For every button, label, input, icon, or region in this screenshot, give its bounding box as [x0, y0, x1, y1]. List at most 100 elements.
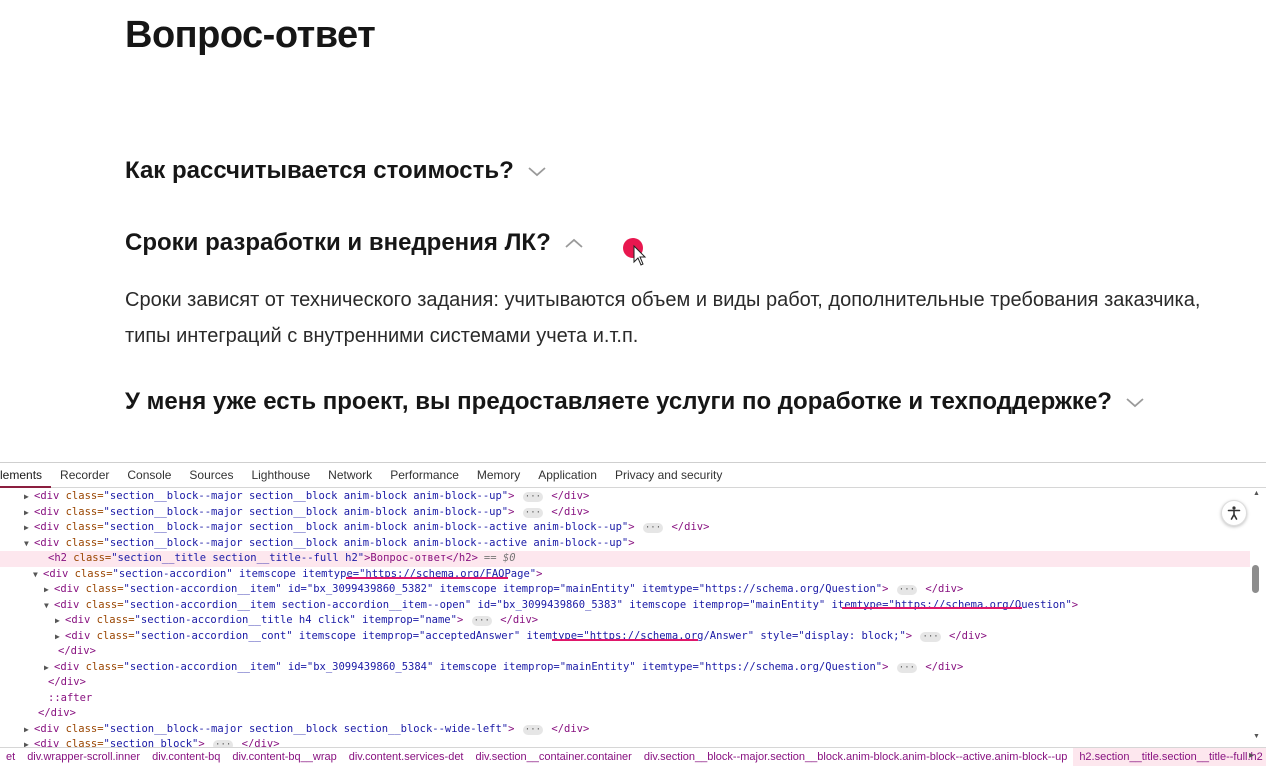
node-rest: > [1071, 598, 1079, 611]
node-rest: > [456, 614, 470, 626]
dom-node[interactable]: ▼ <div class="section-accordion" itemscop… [0, 567, 1250, 583]
dom-node-selected[interactable]: <h2 class="section__title section__title… [0, 551, 1250, 567]
scroll-down-icon[interactable]: ▼ [1253, 733, 1260, 740]
node-attr: class= [96, 629, 135, 642]
dom-node[interactable]: </div> [0, 644, 1250, 660]
devtools-tab-bar: ElementsRecorderConsoleSourcesLighthouse… [0, 463, 1266, 488]
node-val: "section__block--major section__block se… [103, 722, 509, 735]
dom-node[interactable]: ▶ <div class="section__block--major secti… [0, 722, 1250, 738]
elements-tree: ▶ <div class="section__block--major secti… [0, 489, 1250, 747]
faq-question-2[interactable]: Сроки разработки и внедрения ЛК? [125, 229, 585, 257]
devtools-panel: ElementsRecorderConsoleSourcesLighthouse… [0, 462, 1266, 766]
devtools-tab-recorder[interactable]: Recorder [51, 463, 118, 488]
node-tag: <div [43, 567, 75, 580]
dom-node[interactable]: ::after [0, 691, 1250, 707]
node-attr: class= [65, 536, 104, 549]
ellipsis-expand-icon[interactable]: ··· [896, 585, 918, 595]
breadcrumb-item[interactable]: div.content-bq [146, 748, 226, 766]
node-val: "section__block--major section__block an… [103, 536, 629, 549]
accessibility-button[interactable] [1221, 500, 1247, 526]
node-attr: class= [96, 614, 135, 626]
dom-node[interactable]: ▶ <div class="section__block--major secti… [0, 489, 1250, 505]
expand-triangle-icon[interactable]: ▶ [44, 582, 54, 598]
devtools-tab-privacy-and-security[interactable]: Privacy and security [606, 463, 731, 488]
expand-triangle-icon[interactable]: ▶ [24, 505, 34, 521]
dom-node[interactable]: ▶ <div class="section__block--major secti… [0, 520, 1250, 536]
expand-triangle-icon[interactable]: ▶ [55, 613, 65, 629]
devtools-tab-performance[interactable]: Performance [381, 463, 468, 488]
dom-node[interactable]: </div> [0, 706, 1250, 722]
dom-node[interactable]: ▶ <div class="section block"> ··· </div> [0, 737, 1250, 747]
breadcrumb-scroll-arrow-icon[interactable]: ▸ [1249, 750, 1254, 761]
dom-node[interactable]: ▶ <div class="section-accordion__cont" it… [0, 629, 1250, 645]
ellipsis-expand-icon[interactable]: ··· [920, 631, 941, 642]
node-tag: </div> [58, 645, 96, 657]
breadcrumb-item[interactable]: div.wrapper-scroll.inner [21, 748, 146, 766]
expand-triangle-icon[interactable]: ▶ [55, 629, 65, 645]
node-attr: class= [85, 598, 124, 611]
node-tag: <div [34, 521, 66, 533]
breadcrumb-item[interactable]: div.content.services-det [343, 748, 470, 766]
devtools-tab-lighthouse[interactable]: Lighthouse [242, 463, 319, 488]
dom-node[interactable]: ▶ <div class="section-accordion__item" id… [0, 582, 1250, 598]
scrollbar-thumb[interactable] [1252, 565, 1259, 593]
node-rest: > [536, 567, 543, 580]
dom-node[interactable]: ▶ <div class="section-accordion__title h4… [0, 613, 1250, 629]
node-close: </div> [665, 521, 710, 533]
expand-triangle-icon[interactable]: ▶ [24, 489, 34, 505]
collapse-triangle-icon[interactable]: ▼ [44, 598, 54, 614]
ellipsis-expand-icon[interactable]: ··· [896, 662, 918, 673]
node-val: "section-accordion__title h4 click" item… [134, 614, 457, 626]
node-attr: class= [73, 552, 112, 564]
node-close: </div> [919, 660, 964, 673]
ellipsis-expand-icon[interactable]: ··· [471, 616, 492, 626]
node-tag: <div [54, 598, 86, 611]
faq-question-text: У меня уже есть проект, вы предоставляет… [125, 388, 1112, 415]
dom-node[interactable]: ▼ <div class="section__block--major secti… [0, 536, 1250, 552]
breadcrumb-item[interactable]: div.section__container.container [470, 748, 638, 766]
expand-triangle-icon[interactable]: ▶ [24, 722, 34, 738]
faq-question-1[interactable]: Как рассчитывается стоимость? [125, 157, 548, 185]
breadcrumb-item[interactable]: et [0, 748, 21, 766]
expand-triangle-icon[interactable]: ▶ [24, 520, 34, 536]
devtools-tab-memory[interactable]: Memory [468, 463, 529, 488]
node-close: </div> [942, 629, 987, 642]
collapse-triangle-icon[interactable]: ▼ [33, 567, 43, 583]
breadcrumb-item[interactable]: div.section__block--major.section__block… [638, 748, 1073, 766]
devtools-tab-console[interactable]: Console [118, 463, 180, 488]
node-attr: class= [65, 490, 104, 502]
node-rest: > [508, 505, 521, 518]
node-rest: > [508, 490, 521, 502]
node-tag: <div [54, 660, 86, 673]
ellipsis-expand-icon[interactable]: ··· [642, 523, 664, 533]
web-page: Вопрос-ответ Как рассчитывается стоимост… [0, 0, 1266, 462]
dom-node[interactable]: ▶ <div class="section__block--major secti… [0, 505, 1250, 521]
devtools-tab-network[interactable]: Network [319, 463, 381, 488]
collapse-triangle-icon[interactable]: ▼ [24, 536, 34, 552]
scroll-up-icon[interactable]: ▲ [1253, 490, 1260, 497]
faq-question-3[interactable]: У меня уже есть проект, вы предоставляет… [125, 388, 1146, 416]
breadcrumb-item[interactable]: h2.section__title.section__title--full.h… [1073, 748, 1266, 766]
expand-triangle-icon[interactable]: ▶ [24, 737, 34, 747]
selected-node-marker: == $0 [483, 552, 516, 564]
expand-triangle-icon[interactable]: ▶ [44, 660, 54, 676]
dom-node[interactable]: ▼ <div class="section-accordion__item sec… [0, 598, 1250, 614]
node-attr: class= [85, 583, 124, 595]
node-rest: >Вопрос-ответ</h2> [364, 552, 478, 564]
node-attr: class= [65, 505, 104, 518]
devtools-tab-elements[interactable]: Elements [0, 463, 52, 488]
ellipsis-expand-icon[interactable]: ··· [213, 740, 234, 747]
ellipsis-expand-icon[interactable]: ··· [522, 724, 544, 735]
devtools-tab-application[interactable]: Application [529, 463, 606, 488]
devtools-tab-sources[interactable]: Sources [180, 463, 242, 488]
node-val: "section__title section__title--full h2" [111, 552, 365, 564]
dom-node[interactable]: ▶ <div class="section-accordion__item" id… [0, 660, 1250, 676]
node-attr: class= [65, 521, 104, 533]
node-val: "section__block--major section__block an… [103, 505, 509, 518]
chevron-down-icon [1126, 398, 1144, 408]
breadcrumb-item[interactable]: div.content-bq__wrap [226, 748, 342, 766]
node-tag: <div [34, 722, 66, 735]
ellipsis-expand-icon[interactable]: ··· [522, 492, 544, 502]
dom-node[interactable]: </div> [0, 675, 1250, 691]
ellipsis-expand-icon[interactable]: ··· [522, 507, 544, 518]
